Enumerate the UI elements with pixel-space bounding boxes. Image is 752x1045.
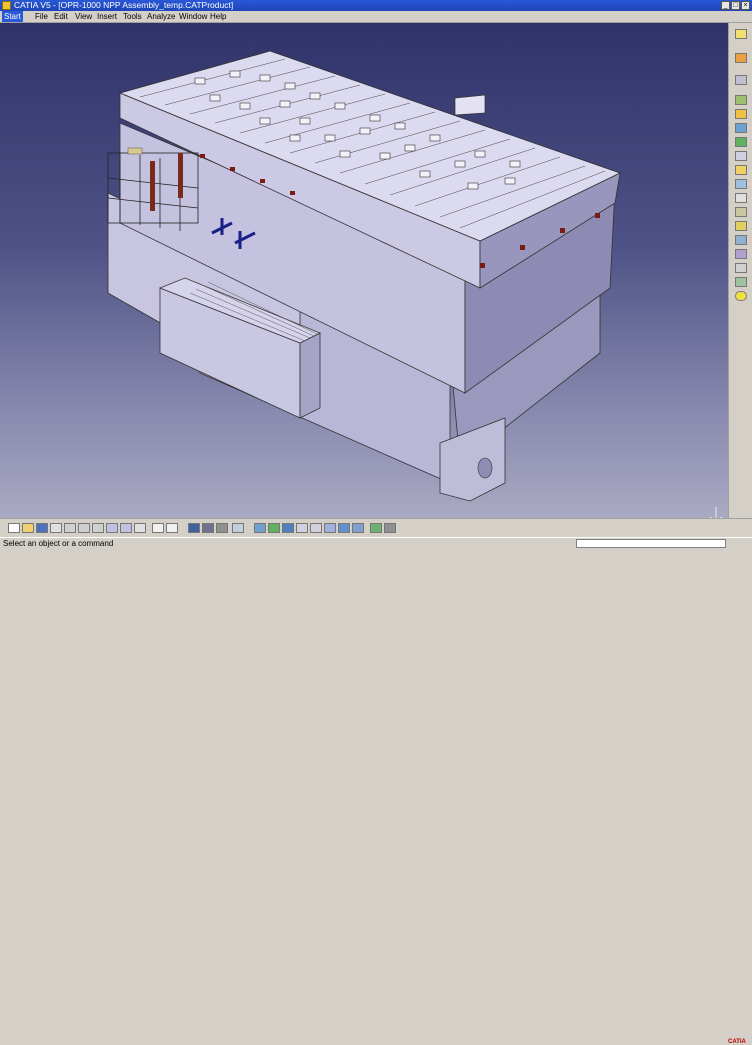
fix-icon[interactable]: [735, 151, 747, 161]
axis-compass-icon[interactable]: [708, 503, 724, 518]
render-style-icon[interactable]: [188, 523, 200, 533]
cut-icon[interactable]: [64, 523, 76, 533]
pan-icon[interactable]: [268, 523, 280, 533]
fly-icon[interactable]: [232, 523, 244, 533]
hide-icon[interactable]: [370, 523, 382, 533]
menu-start[interactable]: Start: [2, 11, 23, 22]
comment-icon[interactable]: [166, 523, 178, 533]
save-icon[interactable]: [36, 523, 48, 533]
window-controls: _ □ ×: [721, 1, 750, 10]
window-title: CATIA V5 - [OPR-1000 NPP Assembly_temp.C…: [14, 0, 234, 10]
title-bar: CATIA V5 - [OPR-1000 NPP Assembly_temp.C…: [0, 0, 752, 11]
light-icon[interactable]: [735, 263, 747, 273]
status-message: Select an object or a command: [3, 539, 114, 548]
menu-tools[interactable]: Tools: [121, 11, 144, 22]
catia-logo: CATIA: [728, 1039, 746, 1045]
move-icon[interactable]: [735, 95, 747, 105]
offset-icon[interactable]: [735, 193, 747, 203]
3d-viewport[interactable]: [0, 23, 728, 518]
command-input[interactable]: [576, 539, 726, 548]
menu-view[interactable]: View: [73, 11, 94, 22]
constraint-icon[interactable]: [735, 165, 747, 175]
iso-view-icon[interactable]: [338, 523, 350, 533]
normal-view-icon[interactable]: [324, 523, 336, 533]
rotate-icon[interactable]: [282, 523, 294, 533]
render-icon[interactable]: [735, 249, 747, 259]
menu-edit[interactable]: Edit: [52, 11, 70, 22]
shading-icon[interactable]: [352, 523, 364, 533]
menu-window[interactable]: Window: [177, 11, 209, 22]
print-icon[interactable]: [50, 523, 62, 533]
new-icon[interactable]: [8, 523, 20, 533]
formula-icon[interactable]: [152, 523, 164, 533]
status-bar: Select an object or a command: [0, 537, 752, 550]
snap-icon[interactable]: [735, 109, 747, 119]
whats-this-icon[interactable]: [134, 523, 146, 533]
catalog-icon[interactable]: [735, 221, 747, 231]
right-toolbar: [728, 23, 752, 518]
explode-icon[interactable]: [735, 123, 747, 133]
maximize-button[interactable]: □: [731, 1, 740, 10]
bulb-icon[interactable]: [735, 291, 747, 301]
paste-icon[interactable]: [92, 523, 104, 533]
catia-app-icon: [2, 1, 11, 10]
manipulate-icon[interactable]: [735, 75, 747, 85]
building-model[interactable]: [0, 23, 728, 518]
menu-help[interactable]: Help: [208, 11, 228, 22]
material-icon[interactable]: [735, 277, 747, 287]
contact-icon[interactable]: [735, 179, 747, 189]
sketcher-icon[interactable]: [735, 53, 747, 63]
close-button[interactable]: ×: [741, 1, 750, 10]
swap-space-icon[interactable]: [384, 523, 396, 533]
zoom-out-icon[interactable]: [310, 523, 322, 533]
menu-analyze[interactable]: Analyze: [145, 11, 177, 22]
zoom-in-icon[interactable]: [296, 523, 308, 533]
fit-all-icon[interactable]: [254, 523, 266, 533]
angle-icon[interactable]: [735, 207, 747, 217]
update-icon[interactable]: [735, 235, 747, 245]
menu-bar: Start File Edit View Insert Tools Analyz…: [0, 11, 752, 23]
select-icon[interactable]: [735, 29, 747, 39]
clash-icon[interactable]: [735, 137, 747, 147]
copy-icon[interactable]: [78, 523, 90, 533]
bottom-toolbar: CATIA: [0, 518, 752, 1045]
hide-show-icon[interactable]: [202, 523, 214, 533]
menu-file[interactable]: File: [33, 11, 50, 22]
open-icon[interactable]: [22, 523, 34, 533]
redo-icon[interactable]: [120, 523, 132, 533]
swap-icon[interactable]: [216, 523, 228, 533]
undo-icon[interactable]: [106, 523, 118, 533]
menu-insert[interactable]: Insert: [95, 11, 119, 22]
minimize-button[interactable]: _: [721, 1, 730, 10]
